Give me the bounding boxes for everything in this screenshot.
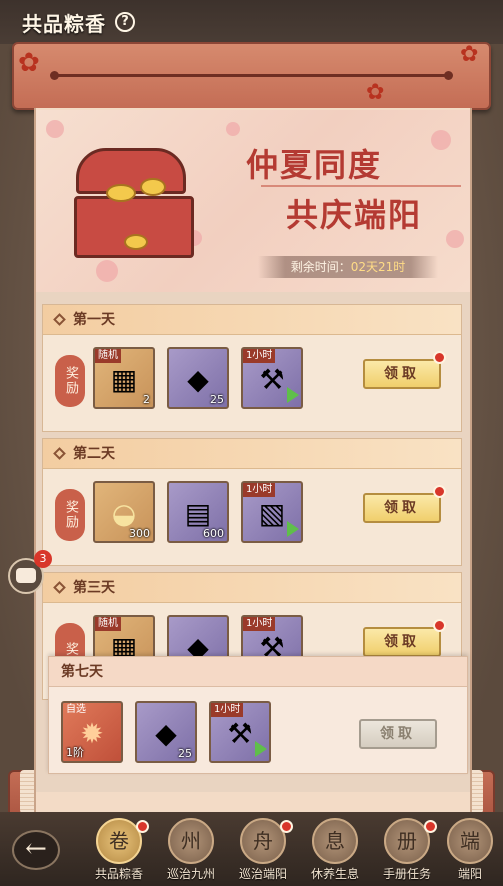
treasure-chest-icon: ▦ <box>110 363 138 397</box>
chat-bubble-icon <box>16 568 36 583</box>
day-card: 第一天 奖励 ▦ 随机 2 ◆ 25 ⚒ 1小时 领取 <box>42 304 462 432</box>
tab-shouce[interactable]: 册 手册任务 <box>372 818 442 884</box>
item-tag: 1小时 <box>243 349 276 363</box>
day-title: 第二天 <box>73 446 115 462</box>
help-icon[interactable]: ? <box>115 12 135 32</box>
map-icon: 州 <box>168 818 214 864</box>
reward-item[interactable]: ◆ 25 <box>135 701 197 763</box>
treasure-chest-icon <box>66 148 206 260</box>
reward-item[interactable]: ▦ 随机 2 <box>93 347 155 409</box>
speedup-scroll-icon: ▧ <box>258 497 286 531</box>
speedup-hammer-icon: ⚒ <box>227 717 253 751</box>
rest-icon: 息 <box>312 818 358 864</box>
reward-item[interactable]: ◆ 25 <box>167 347 229 409</box>
speedup-arrow-icon <box>255 741 267 757</box>
event-banner: 仲夏同度 共庆端阳 剩余时间：02天21时 <box>36 110 470 292</box>
reward-item[interactable]: ⚒ 1小时 <box>241 347 303 409</box>
scroll-rod <box>50 71 453 80</box>
reward-item[interactable]: ◒ 300 <box>93 481 155 543</box>
reward-item[interactable]: ⚒ 1小时 <box>209 701 271 763</box>
slogan-line2: 共庆端阳 <box>286 196 423 234</box>
item-tag: 1小时 <box>243 483 276 497</box>
reward-label: 奖励 <box>55 355 85 407</box>
tab-duanyang[interactable]: 端 端阳 <box>438 818 502 884</box>
tab-xiuyang[interactable]: 息 休养生息 <box>300 818 370 884</box>
reward-item[interactable]: ✹ 自选 1阶 <box>61 701 123 763</box>
slogan-divider <box>261 185 461 187</box>
day-header: 第七天 <box>49 657 467 687</box>
item-tag: 1小时 <box>243 617 276 631</box>
reward-item[interactable]: ▤ 600 <box>167 481 229 543</box>
speedup-arrow-icon <box>287 521 299 537</box>
item-count: 600 <box>203 527 224 540</box>
item-count: 25 <box>210 393 224 406</box>
stone-ore-icon: ◆ <box>155 717 177 751</box>
notification-dot <box>433 351 446 364</box>
speedup-hammer-icon: ⚒ <box>259 363 285 397</box>
tab-gongpin[interactable]: 卷 共品粽香 <box>84 818 154 884</box>
notification-dot <box>136 820 149 833</box>
claim-button[interactable]: 领取 <box>363 493 441 523</box>
item-tag: 随机 <box>95 617 121 631</box>
day-title: 第三天 <box>73 580 115 596</box>
notification-dot <box>433 485 446 498</box>
item-tag: 自选 <box>66 704 86 715</box>
notification-dot <box>433 619 446 632</box>
item-count: 2 <box>143 393 150 406</box>
maple-leaf-icon: ✿ <box>366 80 385 105</box>
claim-button-disabled[interactable]: 领取 <box>359 719 437 749</box>
reward-item[interactable]: ▧ 1小时 <box>241 481 303 543</box>
maple-leaf-icon: ✿ <box>18 48 40 78</box>
day-title: 第一天 <box>73 312 115 328</box>
item-tag: 1小时 <box>211 703 244 717</box>
day7-card: 第七天 ✹ 自选 1阶 ◆ 25 ⚒ 1小时 领取 <box>48 656 468 774</box>
item-count: 25 <box>178 747 192 760</box>
chat-badge: 3 <box>34 550 52 568</box>
item-count: 300 <box>129 527 150 540</box>
chat-button[interactable]: 3 <box>8 550 52 594</box>
day-header: 第三天 <box>43 573 461 603</box>
scroll-top-roller <box>12 42 491 110</box>
reward-label: 奖励 <box>55 489 85 541</box>
item-count: 1阶 <box>66 746 84 759</box>
day-header: 第一天 <box>43 305 461 335</box>
tab-label: 共品粽香 <box>94 867 143 881</box>
maple-leaf-icon: ✿ <box>460 42 479 67</box>
claim-button[interactable]: 领取 <box>363 359 441 389</box>
item-tag: 随机 <box>95 349 121 363</box>
bottom-nav: ← 卷 共品粽香 州 巡治九州 舟 巡治端阳 息 休养生息 册 手册任务 端 端… <box>0 812 503 886</box>
tab-label: 手册任务 <box>382 867 431 881</box>
diamond-icon <box>53 581 66 594</box>
claim-button[interactable]: 领取 <box>363 627 441 657</box>
back-button[interactable]: ← <box>12 830 60 870</box>
gold-ingot-icon: ◒ <box>111 497 137 531</box>
book-scroll-icon: ▤ <box>184 497 212 531</box>
page-title: 共品粽香 <box>22 12 106 36</box>
tab-xunzhi-jiuzhou[interactable]: 州 巡治九州 <box>156 818 226 884</box>
tab-label: 休养生息 <box>310 867 359 881</box>
stone-ore-icon: ◆ <box>187 363 209 397</box>
slogan-line1: 仲夏同度 <box>246 146 383 184</box>
tab-label: 巡治端阳 <box>238 867 287 881</box>
notification-dot <box>280 820 293 833</box>
timer-label: 剩余时间： <box>290 260 351 274</box>
tab-xunzhi-duanyang[interactable]: 舟 巡治端阳 <box>228 818 298 884</box>
title-bar: 共品粽香 ? <box>0 0 503 44</box>
notification-dot <box>424 820 437 833</box>
day-card: 第二天 奖励 ◒ 300 ▤ 600 ▧ 1小时 领取 <box>42 438 462 566</box>
speedup-arrow-icon <box>287 387 299 403</box>
festival-icon: 端 <box>447 818 493 864</box>
tab-label: 巡治九州 <box>166 867 215 881</box>
diamond-icon <box>53 313 66 326</box>
tab-label: 端阳 <box>457 867 482 881</box>
remaining-time: 剩余时间：02天21时 <box>258 256 438 278</box>
day-header: 第二天 <box>43 439 461 469</box>
timer-value: 02天21时 <box>350 260 406 274</box>
diamond-icon <box>53 447 66 460</box>
